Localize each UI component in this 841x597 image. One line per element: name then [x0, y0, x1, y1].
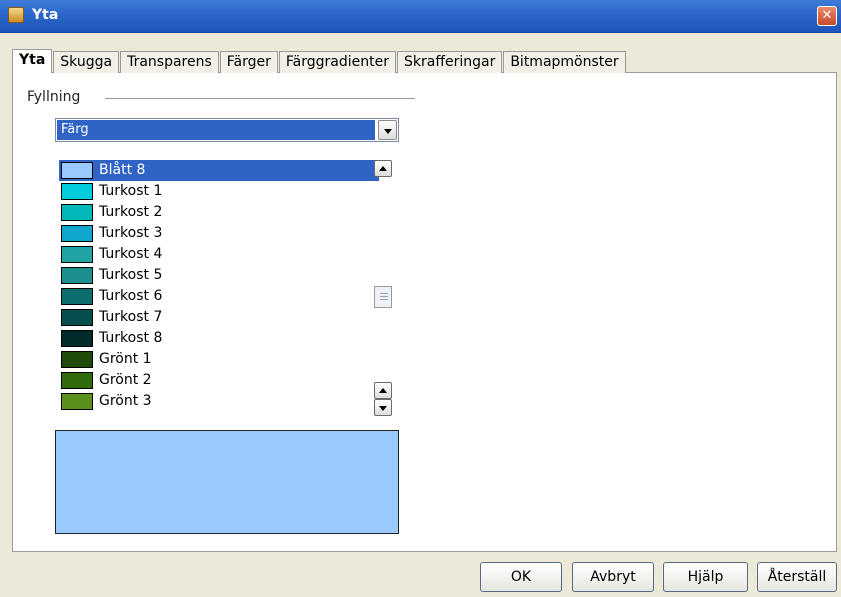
- fill-section-label: Fyllning: [27, 89, 87, 105]
- scroll-thumb[interactable]: [374, 286, 392, 308]
- color-list-item[interactable]: Blått 8: [59, 160, 379, 181]
- color-list-item[interactable]: Turkost 5: [59, 265, 379, 286]
- scroll-up-button[interactable]: [374, 160, 392, 177]
- color-name-label: Turkost 1: [99, 183, 163, 199]
- color-list-item[interactable]: Turkost 4: [59, 244, 379, 265]
- tab-skugga[interactable]: Skugga: [53, 51, 120, 73]
- color-name-label: Turkost 4: [99, 246, 163, 262]
- tab-farger[interactable]: Färger: [219, 51, 278, 73]
- fill-type-value: Färg: [57, 120, 375, 140]
- color-list-item[interactable]: Grönt 1: [59, 349, 379, 370]
- tab-skrafferingar[interactable]: Skrafferingar: [397, 51, 503, 73]
- scroll-up-button-bottom[interactable]: [374, 382, 392, 399]
- color-list-item[interactable]: Turkost 7: [59, 307, 379, 328]
- color-name-label: Turkost 8: [99, 330, 163, 346]
- color-swatch: [61, 372, 93, 389]
- fill-type-dropdown[interactable]: Färg: [55, 118, 399, 142]
- section-divider: [105, 98, 415, 99]
- color-name-label: Turkost 6: [99, 288, 163, 304]
- ok-button[interactable]: OK: [480, 562, 562, 592]
- color-list-scrollbar[interactable]: [374, 160, 394, 416]
- chevron-down-icon[interactable]: [378, 120, 397, 140]
- scroll-down-button[interactable]: [374, 399, 392, 416]
- title-bar: Yta ✕: [0, 0, 841, 33]
- color-list-item[interactable]: Turkost 2: [59, 202, 379, 223]
- color-name-label: Turkost 7: [99, 309, 163, 325]
- color-list[interactable]: Blått 8 Turkost 1 Turkost 2 Turkost 3 Turkos…: [55, 158, 399, 416]
- color-swatch: [61, 183, 93, 200]
- window-title: Yta: [32, 7, 59, 23]
- close-button[interactable]: ✕: [817, 6, 837, 26]
- color-name-label: Grönt 1: [99, 351, 152, 367]
- color-name-label: Grönt 2: [99, 372, 152, 388]
- color-swatch: [61, 309, 93, 326]
- color-list-item[interactable]: Turkost 6: [59, 286, 379, 307]
- color-preview: [55, 430, 399, 534]
- tab-farggradienter[interactable]: Färggradienter: [278, 51, 396, 73]
- color-swatch: [61, 267, 93, 284]
- color-swatch: [61, 393, 93, 410]
- cancel-button[interactable]: Avbryt: [572, 562, 654, 592]
- color-name-label: Turkost 2: [99, 204, 163, 220]
- color-list-item[interactable]: Grönt 3: [59, 391, 379, 412]
- color-swatch: [61, 162, 93, 179]
- color-swatch: [61, 288, 93, 305]
- color-swatch: [61, 204, 93, 221]
- color-name-label: Turkost 3: [99, 225, 163, 241]
- color-list-item[interactable]: Turkost 8: [59, 328, 379, 349]
- tab-bar: Yta Skugga Transparens Färger Färggradie…: [12, 49, 627, 73]
- color-name-label: Grönt 3: [99, 393, 152, 409]
- color-swatch: [61, 351, 93, 368]
- reset-button[interactable]: Återställ: [757, 562, 837, 592]
- color-list-item[interactable]: Turkost 3: [59, 223, 379, 244]
- tab-transparens[interactable]: Transparens: [120, 51, 219, 73]
- help-button[interactable]: Hjälp: [663, 562, 748, 592]
- tab-yta[interactable]: Yta: [12, 49, 53, 73]
- color-swatch: [61, 330, 93, 347]
- color-swatch: [61, 246, 93, 263]
- folder-icon: [8, 7, 24, 23]
- color-list-item[interactable]: Grönt 2: [59, 370, 379, 391]
- color-name-label: Turkost 5: [99, 267, 163, 283]
- tab-bitmapmonster[interactable]: Bitmapmönster: [503, 51, 626, 73]
- color-list-item[interactable]: Turkost 1: [59, 181, 379, 202]
- color-name-label: Blått 8: [99, 162, 146, 178]
- color-swatch: [61, 225, 93, 242]
